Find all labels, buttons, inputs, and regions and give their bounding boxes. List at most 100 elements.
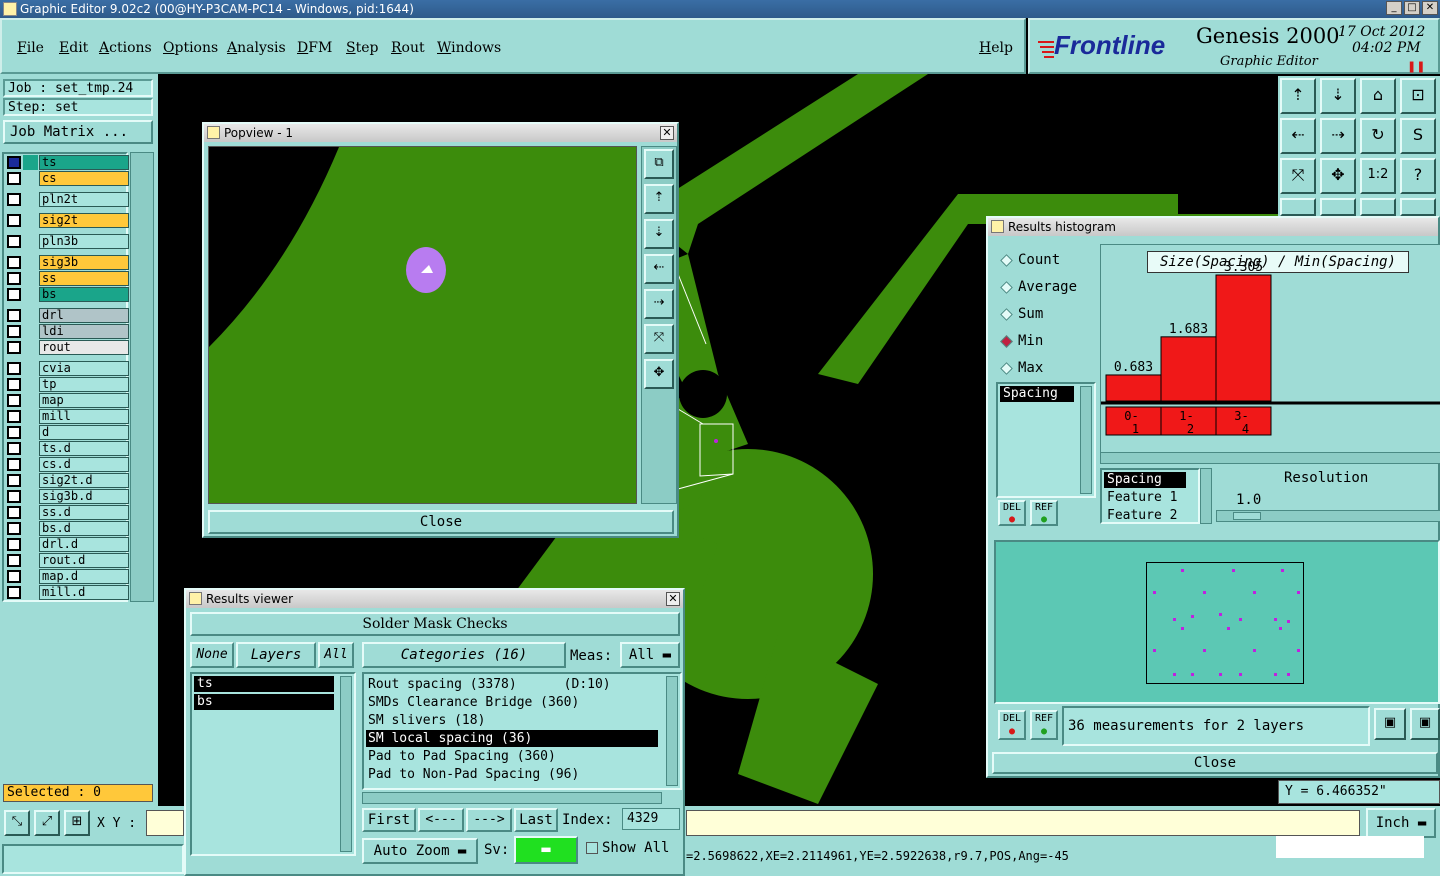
layer-row-map[interactable]: map bbox=[7, 393, 129, 408]
export-report-icon[interactable]: ▣ bbox=[1374, 708, 1406, 740]
layer-row-mill-d[interactable]: mill.d bbox=[7, 585, 129, 600]
layer-row-ts-d[interactable]: ts.d bbox=[7, 441, 129, 456]
category-list[interactable]: Rout spacing (3378) (D:10) SMDs Clearance… bbox=[362, 672, 682, 790]
histogram-hscrollbar[interactable] bbox=[1100, 452, 1440, 464]
layer-name[interactable]: ldi bbox=[39, 324, 129, 339]
ref-button-bottom[interactable]: REF ● bbox=[1030, 710, 1058, 740]
xy-input[interactable] bbox=[146, 810, 184, 836]
popview-close-button[interactable]: Close bbox=[208, 510, 674, 534]
measurement-dot[interactable] bbox=[1253, 591, 1256, 594]
measurement-dot[interactable] bbox=[1153, 591, 1156, 594]
category-hscrollbar[interactable] bbox=[362, 792, 662, 804]
measurement-dot[interactable] bbox=[1297, 591, 1300, 594]
view-left-icon[interactable]: ⇠ bbox=[1280, 118, 1316, 154]
layer-checkbox[interactable] bbox=[7, 474, 21, 487]
layer-row-rout[interactable]: rout bbox=[7, 340, 129, 355]
category-item[interactable]: Rout spacing (3378) (D:10) bbox=[366, 676, 658, 693]
layer-row-bs-d[interactable]: bs.d bbox=[7, 521, 129, 536]
layer-name[interactable]: map bbox=[39, 393, 129, 408]
view-right-icon[interactable]: ⇢ bbox=[1320, 118, 1356, 154]
layer-name[interactable]: pln2t bbox=[39, 192, 129, 207]
zoom-center-icon[interactable]: ✥ bbox=[1320, 158, 1356, 194]
resolution-list-item[interactable]: Feature 2 bbox=[1104, 508, 1194, 524]
close-window-button[interactable]: ✕ bbox=[1422, 1, 1438, 15]
layer-checkbox[interactable] bbox=[7, 325, 21, 338]
layer-name[interactable]: tp bbox=[39, 377, 129, 392]
layer-row-sig3b[interactable]: sig3b bbox=[7, 255, 129, 270]
none-button[interactable]: None bbox=[190, 642, 234, 668]
resolution-list-item[interactable]: Spacing bbox=[1104, 472, 1186, 488]
radio-diamond-icon[interactable] bbox=[1000, 308, 1013, 321]
result-layer-item[interactable]: ts bbox=[194, 676, 334, 692]
layer-scrollbar[interactable] bbox=[130, 152, 154, 602]
measurement-dot[interactable] bbox=[1203, 649, 1206, 652]
tool-extra-4-icon[interactable] bbox=[1400, 198, 1436, 216]
layer-row-sig2t[interactable]: sig2t bbox=[7, 213, 129, 228]
category-scrollbar[interactable] bbox=[666, 676, 678, 786]
layer-row-mill[interactable]: mill bbox=[7, 409, 129, 424]
layer-checkbox[interactable] bbox=[7, 522, 21, 535]
resolution-list[interactable]: Spacing Feature 1 Feature 2 bbox=[1100, 468, 1200, 524]
command-input[interactable] bbox=[686, 810, 1360, 836]
mode-radio-count[interactable]: Count bbox=[1000, 252, 1090, 270]
layer-name[interactable]: bs bbox=[39, 287, 129, 302]
category-item[interactable]: Pad to Non-Pad Spacing (96) bbox=[366, 766, 658, 783]
popview-close-icon[interactable]: ✕ bbox=[660, 126, 674, 140]
measure-list[interactable]: Spacing bbox=[996, 382, 1096, 498]
layer-checkbox[interactable] bbox=[7, 378, 21, 391]
menu-rout[interactable]: Rout bbox=[391, 40, 425, 56]
measure-scrollbar[interactable] bbox=[1080, 386, 1092, 494]
home-view-icon[interactable]: ⌂ bbox=[1360, 78, 1396, 114]
layer-name[interactable]: cvia bbox=[39, 361, 129, 376]
sv-color-select[interactable]: ▬ bbox=[514, 836, 578, 864]
histogram-bar[interactable] bbox=[1215, 274, 1272, 402]
menu-actions[interactable]: Actions bbox=[99, 40, 152, 56]
measurement-dot[interactable] bbox=[1219, 673, 1222, 676]
layer-checkbox[interactable] bbox=[7, 214, 21, 227]
measurement-dot[interactable] bbox=[1191, 615, 1194, 618]
measurement-dot[interactable] bbox=[1274, 673, 1277, 676]
mode-radio-average[interactable]: Average bbox=[1000, 279, 1090, 297]
menu-edit[interactable]: Edit bbox=[59, 40, 88, 56]
measure-list-item[interactable]: Spacing bbox=[1000, 386, 1074, 402]
mirror-icon[interactable]: S bbox=[1400, 118, 1436, 154]
layer-row-pln3b[interactable]: pln3b bbox=[7, 234, 129, 249]
mode-radio-min[interactable]: Min bbox=[1000, 333, 1090, 351]
layer-name[interactable]: sig3b.d bbox=[39, 489, 129, 504]
layer-name[interactable]: cs.d bbox=[39, 457, 129, 472]
layer-name[interactable]: ts bbox=[39, 155, 129, 170]
index-input[interactable]: 4329 bbox=[622, 808, 680, 830]
maximize-button[interactable]: □ bbox=[1404, 1, 1420, 15]
measurement-dot[interactable] bbox=[1287, 673, 1290, 676]
measurement-dot[interactable] bbox=[1281, 569, 1284, 572]
layer-row-ldi[interactable]: ldi bbox=[7, 324, 129, 339]
split-view-icon[interactable]: ⊡ bbox=[1400, 78, 1436, 114]
first-button[interactable]: First bbox=[362, 808, 416, 832]
measurement-dot[interactable] bbox=[1173, 673, 1176, 676]
layer-row-drl[interactable]: drl bbox=[7, 308, 129, 323]
layer-checkbox[interactable] bbox=[7, 586, 21, 599]
popview-center-icon[interactable]: ✥ bbox=[644, 359, 674, 389]
resolution-list-scrollbar[interactable] bbox=[1200, 468, 1212, 524]
layer-name[interactable]: sig3b bbox=[39, 255, 129, 270]
histogram-bar[interactable] bbox=[1105, 374, 1162, 402]
menu-dfm[interactable]: DFM bbox=[297, 40, 332, 56]
resolution-slider-thumb[interactable] bbox=[1233, 512, 1261, 520]
popview-left-icon[interactable]: ⇠ bbox=[644, 254, 674, 284]
ref-button-top[interactable]: REF ● bbox=[1030, 500, 1058, 526]
del-button-top[interactable]: DEL ● bbox=[998, 500, 1026, 526]
show-all-checkbox[interactable] bbox=[586, 842, 598, 854]
popview-right-icon[interactable]: ⇢ bbox=[644, 289, 674, 319]
measure-icon[interactable]: ⤢ bbox=[34, 810, 60, 836]
measurement-dot[interactable] bbox=[1219, 613, 1222, 616]
radio-diamond-icon[interactable] bbox=[1000, 362, 1013, 375]
layer-checkbox[interactable] bbox=[7, 193, 21, 206]
measurement-dot[interactable] bbox=[1297, 649, 1300, 652]
units-select[interactable]: Inch ▬ bbox=[1366, 808, 1436, 838]
meas-select[interactable]: All ▬ bbox=[620, 642, 680, 668]
zoom-1to2-icon[interactable]: 1:2 bbox=[1360, 158, 1396, 194]
popview-zoom-fit-icon[interactable]: ⤧ bbox=[644, 324, 674, 354]
layer-row-drl-d[interactable]: drl.d bbox=[7, 537, 129, 552]
next-button[interactable]: ---> bbox=[466, 808, 512, 832]
menu-help[interactable]: Help bbox=[979, 40, 1013, 56]
